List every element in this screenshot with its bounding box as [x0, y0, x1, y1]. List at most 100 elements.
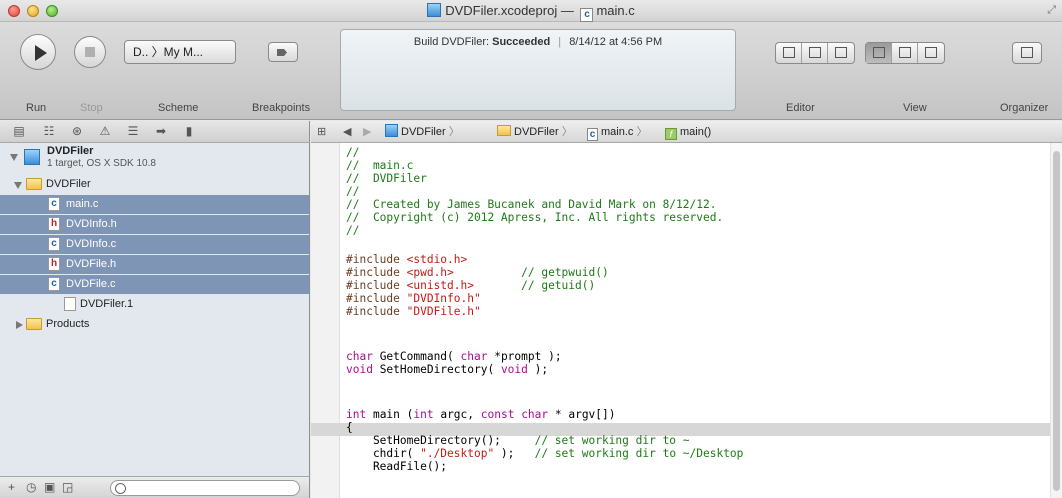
run-button[interactable] [20, 34, 56, 70]
code-line: // Created by James Bucanek and David Ma… [346, 198, 717, 211]
code-line: chdir( "./Desktop" ); // set working dir… [346, 447, 744, 460]
unsaved-filter-icon[interactable]: ◲ [62, 480, 73, 494]
code-line: // [346, 185, 360, 198]
products-row[interactable]: Products [0, 315, 309, 334]
file-row[interactable]: c main.c [0, 195, 309, 214]
project-name: DVDFiler [47, 145, 94, 157]
jumpbar-group-label: DVDFiler [514, 126, 559, 138]
disclosure-open-icon[interactable] [10, 154, 18, 161]
file-name: main.c [66, 198, 99, 210]
debug-area-toggle-button[interactable] [892, 43, 918, 63]
group-row[interactable]: DVDFiler [0, 175, 309, 194]
version-editor-button[interactable] [828, 43, 854, 63]
products-name: Products [46, 318, 90, 330]
organizer-button[interactable] [1012, 42, 1042, 64]
xcodeproj-icon [24, 149, 40, 165]
search-navigator-icon[interactable]: ⊛ [70, 124, 84, 138]
editor-scrollbar[interactable] [1050, 143, 1062, 498]
breakpoint-navigator-icon[interactable]: ➡ [154, 124, 168, 138]
file-row[interactable]: c DVDInfo.c [0, 235, 309, 254]
breakpoints-button[interactable] [268, 42, 298, 62]
jumpbar-group[interactable]: DVDFiler 〉 [497, 121, 573, 143]
editor-label: Editor [786, 102, 815, 114]
code-line: { [346, 421, 353, 434]
build-prefix: Build DVDFiler: [413, 36, 490, 48]
issue-navigator-icon[interactable]: ⚠ [98, 124, 112, 138]
navigator-footer: + ◷ ▣ ◲ [0, 476, 310, 498]
xcodeproj-icon [385, 124, 398, 137]
jumpbar-file-label: main.c [601, 126, 634, 138]
jumpbar-file[interactable]: c main.c 〉 [587, 121, 647, 143]
right-panel-icon [925, 47, 937, 58]
scheme-popup[interactable]: D.. 〉My M... [124, 40, 236, 64]
navigator-filter-field[interactable] [110, 480, 300, 496]
disclosure-open-icon[interactable] [14, 182, 22, 189]
jumpbar-project[interactable]: DVDFiler 〉 [385, 121, 460, 143]
editor-gutter[interactable] [311, 143, 340, 498]
code-line: int main (int argc, const char * argv[]) [346, 408, 616, 421]
editor-mode-control [775, 42, 855, 64]
utilities-toggle-button[interactable] [918, 43, 944, 63]
project-navigator: DVDFiler 1 target, OS X SDK 10.8 DVDFile… [0, 143, 310, 476]
forward-arrow-icon[interactable]: ▶ [363, 121, 371, 143]
file-name: DVDInfo.c [66, 238, 117, 250]
assistant-editor-button[interactable] [802, 43, 828, 63]
window-title-file: main.c [596, 3, 635, 18]
file-row[interactable]: c DVDFile.c [0, 275, 309, 294]
code-line: // main.c [346, 159, 414, 172]
h-file-icon: h [48, 257, 60, 271]
standard-editor-button[interactable] [776, 43, 802, 63]
code-line: ReadFile(); [346, 460, 448, 473]
code-text[interactable]: //// main.c// DVDFiler//// Created by Ja… [346, 146, 743, 473]
recent-files-icon[interactable]: ◷ [26, 480, 36, 494]
file-row[interactable]: h DVDInfo.h [0, 215, 309, 234]
file-row[interactable]: DVDFiler.1 [0, 295, 309, 314]
code-line: #include "DVDFile.h" [346, 305, 481, 318]
project-row[interactable]: DVDFiler 1 target, OS X SDK 10.8 [0, 143, 309, 173]
debug-navigator-icon[interactable]: ☰ [126, 124, 140, 138]
file-name: DVDInfo.h [66, 218, 117, 230]
code-line: SetHomeDirectory(); // set working dir t… [346, 434, 690, 447]
window-title: DVDFiler.xcodeproj — c main.c [0, 3, 1062, 22]
activity-separator: | [558, 36, 562, 48]
code-line: #include <pwd.h> // getpwuid() [346, 266, 609, 279]
stop-button[interactable] [74, 36, 106, 68]
h-file-icon: h [48, 217, 60, 231]
run-label: Run [26, 102, 47, 114]
navigator-toggle-button[interactable] [866, 43, 892, 63]
c-file-icon: c [48, 197, 60, 211]
back-arrow-icon[interactable]: ◀ [343, 121, 351, 143]
view-control [865, 42, 945, 64]
add-button[interactable]: + [8, 480, 15, 494]
window-title-project: DVDFiler.xcodeproj [445, 3, 558, 18]
file-row[interactable]: h DVDFile.h [0, 255, 309, 274]
scrollbar-thumb[interactable] [1053, 151, 1060, 491]
code-line: // DVDFiler [346, 172, 427, 185]
view-label: View [903, 102, 927, 114]
build-status: Succeeded [492, 36, 551, 48]
stop-label: Stop [80, 102, 103, 114]
activity-view: Build DVDFiler: Succeeded | 8/14/12 at 4… [340, 29, 736, 111]
version-editor-icon [835, 47, 847, 58]
fullscreen-icon[interactable]: ⤢ [1047, 4, 1056, 17]
source-control-filter-icon[interactable]: ▣ [44, 480, 55, 494]
project-navigator-icon[interactable]: ▤ [12, 124, 26, 138]
window-title-dash: — [560, 3, 574, 18]
xcodeproj-icon [427, 3, 442, 17]
source-editor[interactable]: //// main.c// DVDFiler//// Created by Ja… [311, 143, 1062, 498]
code-line: #include <stdio.h> [346, 253, 468, 266]
organizer-icon [1021, 47, 1033, 58]
code-line: #include "DVDInfo.h" [346, 292, 481, 305]
jumpbar-project-label: DVDFiler [401, 126, 446, 138]
disclosure-closed-icon[interactable] [16, 321, 23, 329]
standard-editor-icon [783, 47, 795, 58]
jumpbar-function[interactable]: f main() [665, 121, 711, 143]
related-items-icon[interactable]: ⊞ [317, 121, 326, 143]
file-name: DVDFile.h [66, 258, 117, 270]
folder-icon [497, 125, 511, 136]
log-navigator-icon[interactable]: ▮ [182, 124, 196, 138]
symbol-navigator-icon[interactable]: ☷ [42, 124, 56, 138]
